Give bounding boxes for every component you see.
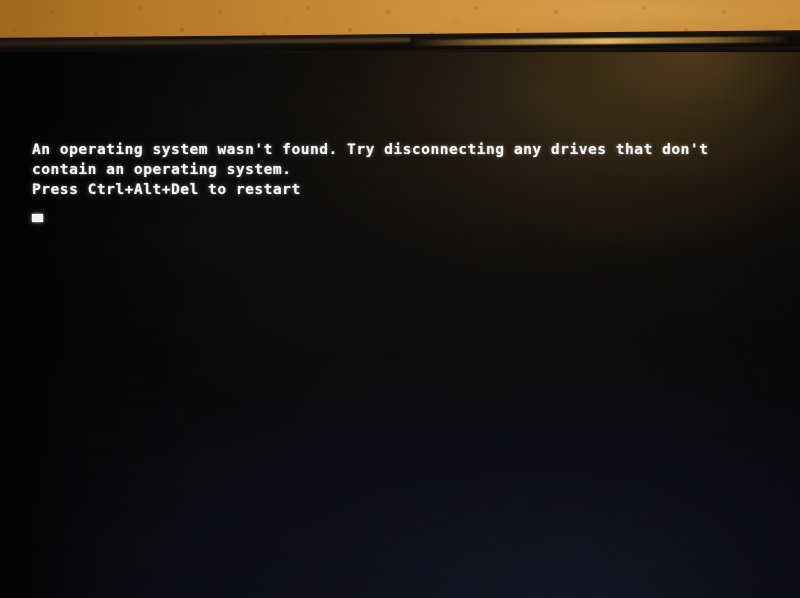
- screen-photo-noise: [0, 52, 800, 598]
- screen-lamp-reflection: [0, 52, 800, 598]
- boot-error-restart-instruction: Press Ctrl+Alt+Del to restart: [32, 181, 301, 198]
- boot-error-message-line-1: An operating system wasn't found. Try di…: [32, 141, 709, 158]
- screen-cool-color-cast: [0, 52, 800, 598]
- screen-vignette: [0, 52, 800, 598]
- monitor-photo: An operating system wasn't found. Try di…: [0, 0, 800, 598]
- screen-lamp-reflection-soft: [0, 52, 800, 598]
- bezel-highlight-right: [410, 36, 791, 46]
- bezel-highlight-left: [0, 37, 411, 46]
- boot-error-console: An operating system wasn't found. Try di…: [32, 140, 788, 222]
- text-cursor-block: [32, 214, 43, 222]
- monitor-screen: An operating system wasn't found. Try di…: [0, 52, 800, 598]
- boot-error-message-line-2: contain an operating system.: [32, 161, 292, 178]
